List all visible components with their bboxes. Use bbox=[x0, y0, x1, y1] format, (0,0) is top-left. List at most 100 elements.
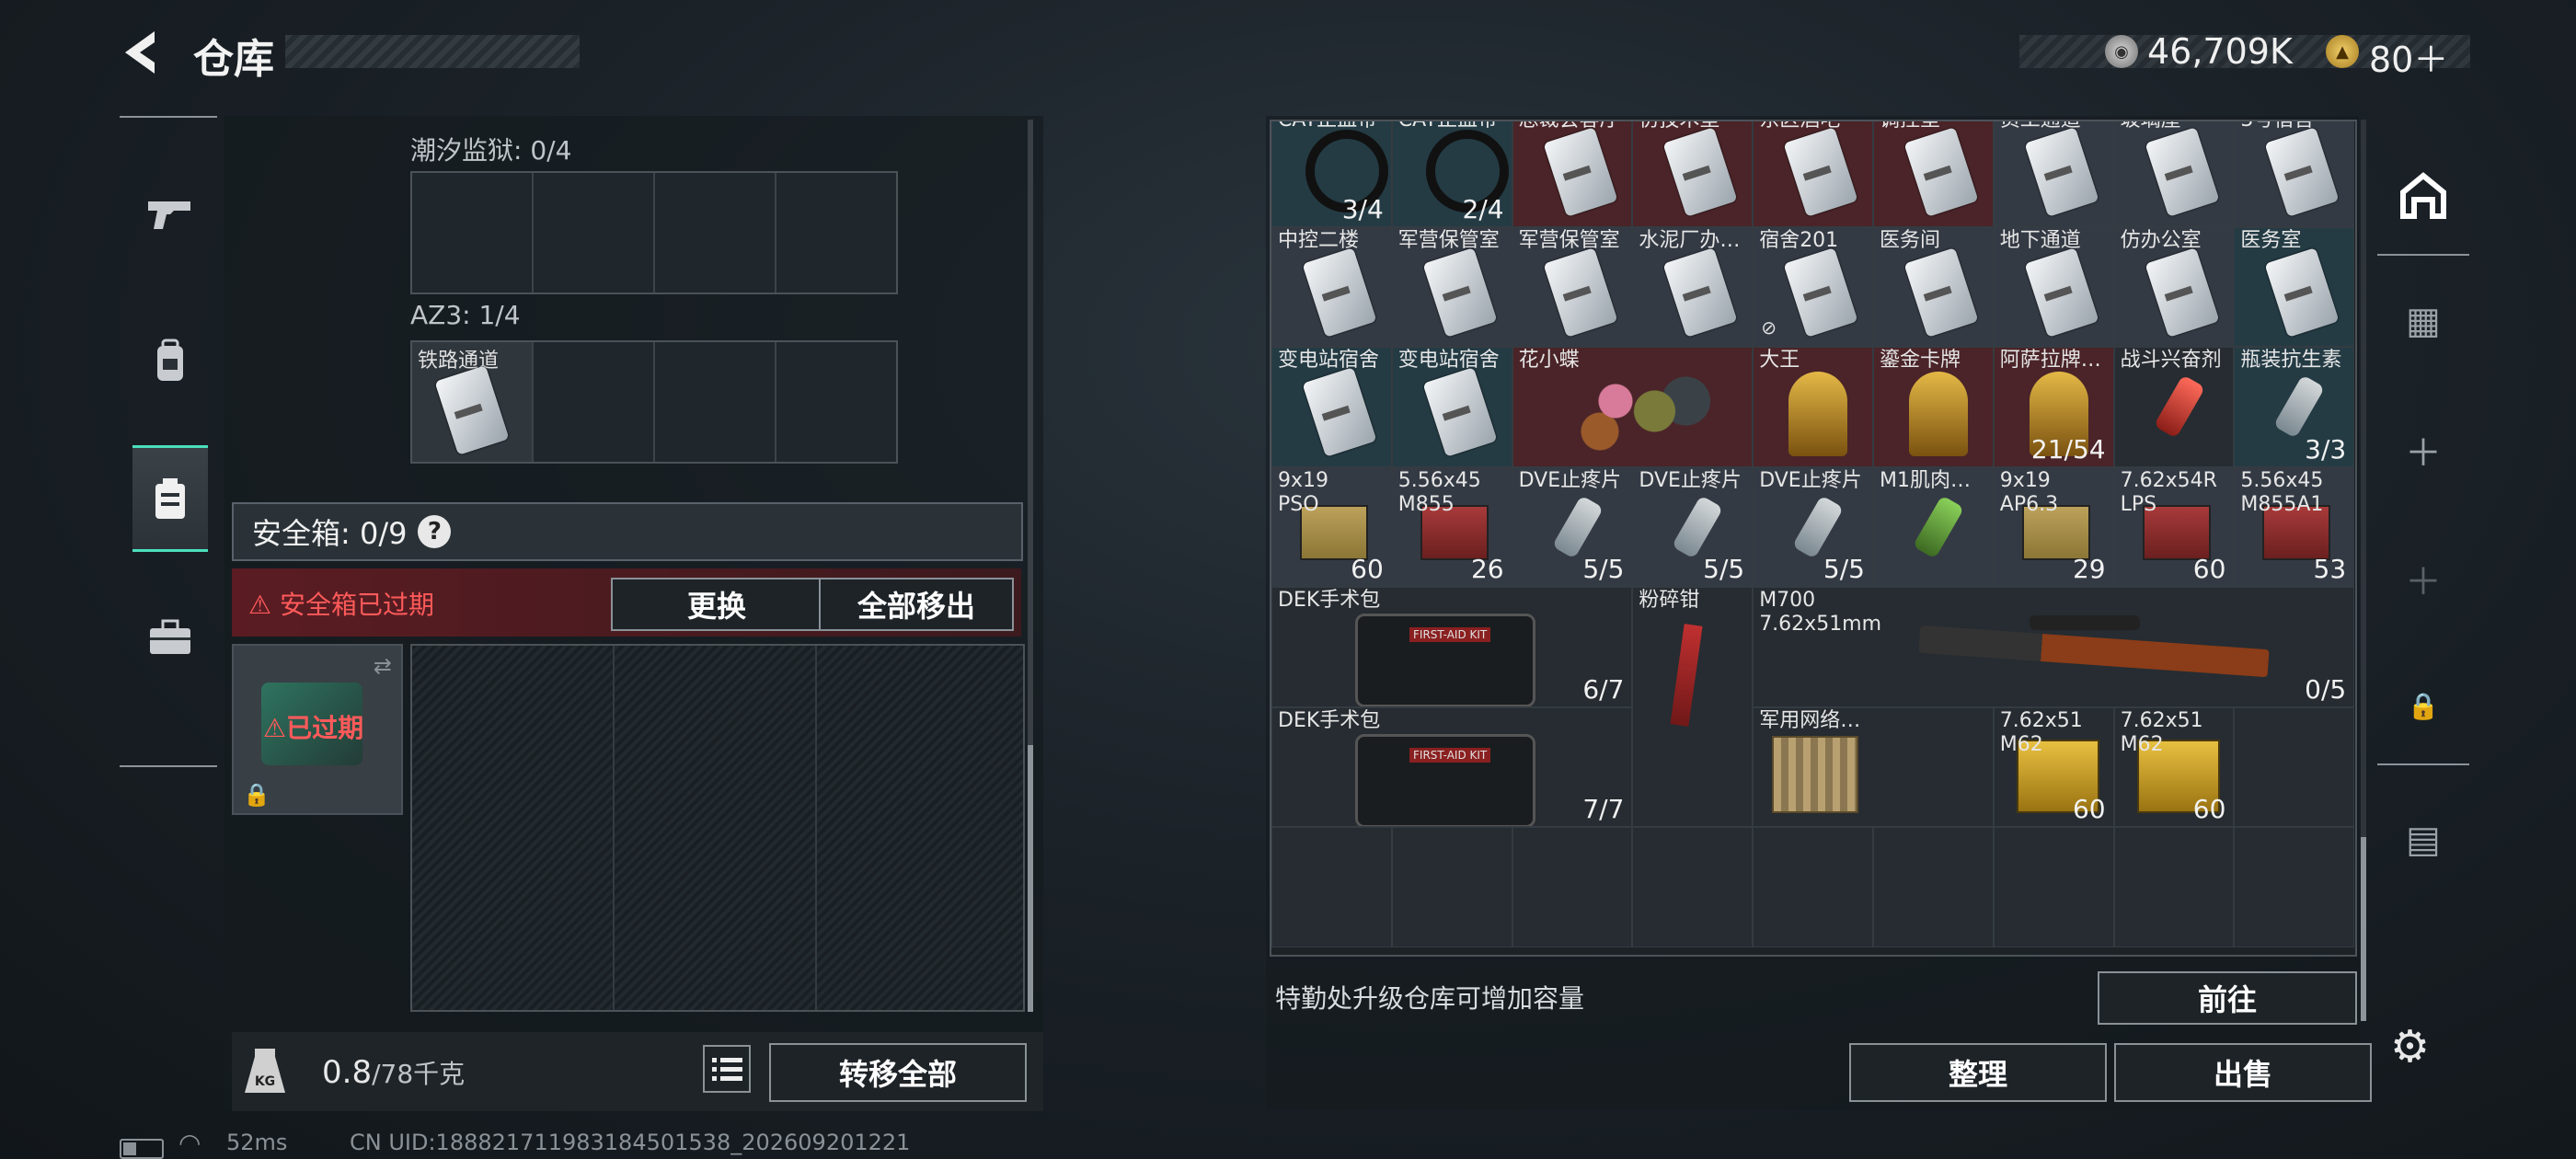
warehouse-item[interactable]: 5.56x45 M855 26 bbox=[1391, 466, 1512, 587]
slot[interactable] bbox=[776, 173, 896, 293]
empty-slot[interactable] bbox=[1271, 827, 1392, 947]
warehouse-item[interactable]: 大王 bbox=[1753, 347, 1873, 467]
warehouse-item[interactable]: 7.62x54R LPS 60 bbox=[2113, 466, 2235, 587]
warehouse-item[interactable]: 中控二楼 bbox=[1271, 226, 1392, 347]
empty-slot[interactable] bbox=[2113, 827, 2235, 947]
vial-icon bbox=[1672, 494, 1724, 559]
empty-slot[interactable] bbox=[2234, 706, 2355, 827]
warehouse-item[interactable]: 军营保管室 bbox=[1391, 226, 1512, 347]
settings-gear-icon[interactable]: ⚙ bbox=[2390, 1021, 2440, 1073]
nav-toolbox[interactable] bbox=[132, 587, 208, 688]
section-label: AZ3: 1/4 bbox=[410, 300, 521, 330]
help-icon[interactable]: ? bbox=[418, 515, 452, 548]
warehouse-item[interactable]: 9x19 AP6.3 29 bbox=[1993, 466, 2114, 587]
tab-locked[interactable]: 🔒 bbox=[2375, 657, 2471, 754]
slot[interactable] bbox=[534, 173, 655, 293]
currency-gold-value[interactable]: 80＋ bbox=[2369, 31, 2448, 82]
grid-divider bbox=[613, 646, 615, 1010]
warehouse-item[interactable]: 变电站宿舍 bbox=[1271, 347, 1392, 467]
tab-add-2[interactable]: ＋ bbox=[2375, 530, 2471, 627]
empty-slot[interactable] bbox=[1993, 827, 2114, 947]
nav-pistol[interactable] bbox=[132, 164, 208, 265]
warehouse-item[interactable]: M700 7.62x51mm 0/5 bbox=[1753, 587, 2355, 707]
warehouse-item[interactable]: 战斗兴奋剂 bbox=[2113, 347, 2235, 467]
warehouse-item[interactable]: 7.62x51 M62 60 bbox=[2113, 706, 2235, 827]
keycard-icon bbox=[2264, 127, 2340, 217]
item-name: 鎏金卡牌 bbox=[1880, 349, 1961, 372]
warehouse-scrollbar-thumb[interactable] bbox=[2361, 837, 2366, 1021]
warehouse-item[interactable]: DEK手术包 7/7 bbox=[1271, 706, 1633, 827]
move-all-out-button[interactable]: 全部移出 bbox=[819, 578, 1014, 631]
warehouse-item[interactable]: 5.56x45 M855A1 53 bbox=[2234, 466, 2355, 587]
slot[interactable] bbox=[534, 342, 655, 462]
slot[interactable] bbox=[655, 173, 776, 293]
tab-add-1[interactable]: ＋ bbox=[2375, 401, 2471, 499]
tab-armor[interactable]: ▤ bbox=[2375, 791, 2471, 889]
warehouse-item[interactable]: DVE止疼片 5/5 bbox=[1632, 466, 1754, 587]
goto-button[interactable]: 前往 bbox=[2098, 971, 2357, 1025]
empty-slot[interactable] bbox=[1391, 827, 1512, 947]
slot[interactable] bbox=[776, 342, 896, 462]
safe-box-grid[interactable] bbox=[410, 644, 1025, 1012]
warehouse-grid[interactable]: CAT止血带 3/4 CAT止血带 2/4 总裁会客厅 仿技术室 东区酒吧 调控室 员工通道 玻璃… bbox=[1270, 120, 2357, 957]
tab-separator bbox=[2377, 763, 2469, 765]
sell-button[interactable]: 出售 bbox=[2114, 1043, 2372, 1102]
warehouse-item[interactable]: 东区酒吧 bbox=[1753, 121, 1873, 227]
nav-backpack[interactable] bbox=[132, 311, 208, 412]
warehouse-item[interactable]: 医务室 bbox=[2234, 226, 2355, 347]
transfer-all-button[interactable]: 转移全部 bbox=[769, 1043, 1027, 1102]
warehouse-item[interactable]: CAT止血带 3/4 bbox=[1271, 121, 1392, 227]
safe-scrollbar-thumb[interactable] bbox=[1028, 745, 1033, 1012]
warehouse-item[interactable]: M1肌肉… bbox=[1873, 466, 1994, 587]
right-tabs: ▦ ＋ ＋ 🔒 ▤ bbox=[2375, 147, 2471, 1067]
warehouse-item[interactable]: 军用网络… bbox=[1753, 706, 1994, 827]
back-arrow-icon[interactable] bbox=[118, 28, 162, 77]
item-name: DEK手术包 bbox=[1278, 589, 1381, 612]
item-count: 6/7 bbox=[1582, 673, 1625, 705]
warehouse-item[interactable]: 花小蝶 bbox=[1512, 347, 1754, 467]
empty-slot[interactable] bbox=[1753, 827, 1873, 947]
warehouse-item[interactable]: 7.62x51 M62 60 bbox=[1993, 706, 2114, 827]
item-subname: PSO bbox=[1278, 492, 1319, 516]
warehouse-item[interactable]: 员工通道 bbox=[1993, 121, 2114, 227]
warehouse-item[interactable]: 瓶装抗生素 3/3 bbox=[2234, 347, 2355, 467]
item-name: 9x19 bbox=[1999, 468, 2051, 492]
warehouse-item[interactable]: 总裁会客厅 bbox=[1512, 121, 1633, 227]
warehouse-item[interactable]: DVE止疼片 5/5 bbox=[1512, 466, 1633, 587]
warehouse-item[interactable]: DVE止疼片 5/5 bbox=[1753, 466, 1873, 587]
tab-safehouse[interactable] bbox=[2375, 147, 2471, 245]
warehouse-item[interactable]: DEK手术包 6/7 bbox=[1271, 587, 1633, 707]
scope-icon bbox=[2030, 615, 2141, 630]
sort-button[interactable]: 整理 bbox=[1849, 1043, 2107, 1102]
warehouse-item[interactable]: 地下通道 bbox=[1993, 226, 2114, 347]
list-view-button[interactable] bbox=[703, 1045, 751, 1093]
warehouse-item[interactable]: 阿萨拉牌… 21/54 bbox=[1993, 347, 2114, 467]
warehouse-item[interactable]: CAT止血带 2/4 bbox=[1391, 121, 1512, 227]
item-name: 5.56x45 bbox=[1397, 468, 1481, 492]
nav-container[interactable] bbox=[132, 445, 208, 552]
warehouse-item[interactable]: 调控室 bbox=[1873, 121, 1994, 227]
tab-weapon-case[interactable]: ▦ bbox=[2375, 272, 2471, 370]
warehouse-item[interactable]: 仿技术室 bbox=[1632, 121, 1754, 227]
warehouse-item[interactable]: 医务间 bbox=[1873, 226, 1994, 347]
empty-slot[interactable] bbox=[2234, 827, 2355, 947]
slot[interactable] bbox=[412, 173, 534, 293]
warehouse-item[interactable]: 军营保管室 bbox=[1512, 226, 1633, 347]
warehouse-item[interactable]: 3号宿舍 bbox=[2234, 121, 2355, 227]
empty-slot[interactable] bbox=[1873, 827, 1994, 947]
warehouse-item[interactable]: 仿办公室 bbox=[2113, 226, 2235, 347]
swap-button[interactable]: 更换 bbox=[611, 578, 822, 631]
warehouse-item[interactable]: 粉碎钳 bbox=[1632, 587, 1754, 827]
warehouse-item[interactable]: 变电站宿舍 bbox=[1391, 347, 1512, 467]
warehouse-item[interactable]: 宿舍201 ⊘ bbox=[1753, 226, 1873, 347]
plaque-icon bbox=[1788, 372, 1848, 456]
empty-slot[interactable] bbox=[1512, 827, 1633, 947]
empty-slot[interactable] bbox=[1632, 827, 1754, 947]
item-name: M1肌肉… bbox=[1880, 468, 1971, 492]
warehouse-item[interactable]: 鎏金卡牌 bbox=[1873, 347, 1994, 467]
slot[interactable] bbox=[655, 342, 776, 462]
warehouse-item[interactable]: 玻璃屋 bbox=[2113, 121, 2235, 227]
warehouse-item[interactable]: 水泥厂办… bbox=[1632, 226, 1754, 347]
warehouse-item[interactable]: 9x19 PSO 60 bbox=[1271, 466, 1392, 587]
keycard-slot[interactable]: 铁路通道 bbox=[412, 342, 534, 462]
